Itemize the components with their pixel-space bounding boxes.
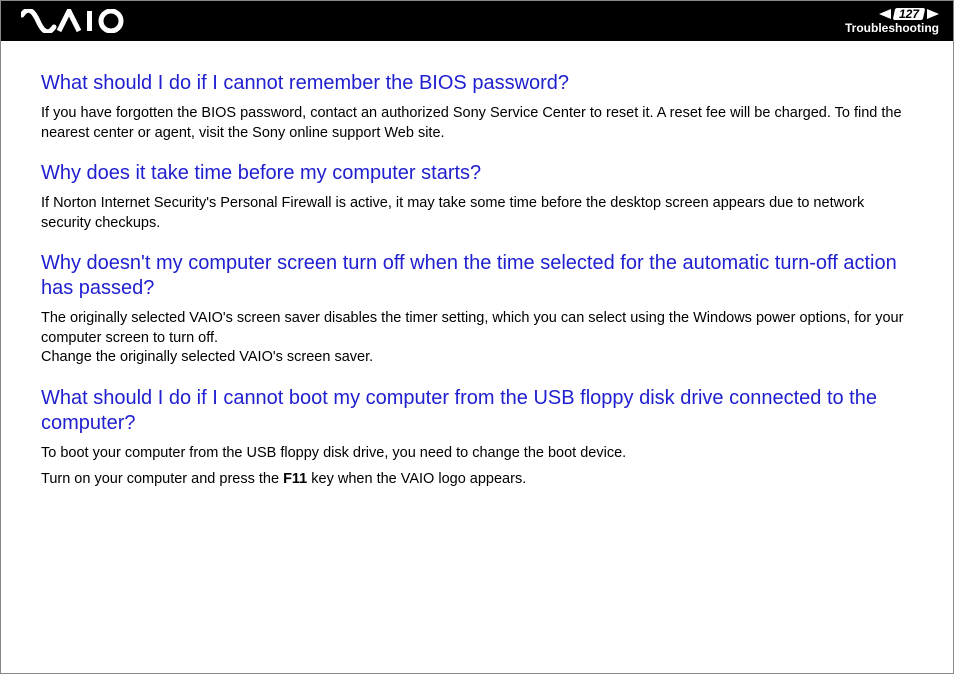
document-page: 127 Troubleshooting What should I do if … (0, 0, 954, 674)
faq-heading: What should I do if I cannot remember th… (41, 71, 918, 96)
section-label: Troubleshooting (845, 22, 939, 34)
faq-paragraph: Turn on your computer and press the F11 … (41, 470, 918, 490)
faq-paragraph: The originally selected VAIO's screen sa… (41, 309, 918, 368)
faq-heading: Why doesn't my computer screen turn off … (41, 251, 918, 301)
page-number: 127 (893, 8, 926, 20)
faq-heading: What should I do if I cannot boot my com… (41, 386, 918, 436)
faq-heading: Why does it take time before my computer… (41, 161, 918, 186)
page-indicator: 127 (879, 8, 939, 20)
faq-paragraph: If you have forgotten the BIOS password,… (41, 104, 918, 143)
prev-page-arrow-icon[interactable] (879, 8, 891, 20)
vaio-logo-icon (21, 9, 131, 33)
header-right-block: 127 Troubleshooting (845, 8, 939, 34)
faq-paragraph: To boot your computer from the USB flopp… (41, 444, 918, 464)
faq-paragraph: If Norton Internet Security's Personal F… (41, 194, 918, 233)
page-header: 127 Troubleshooting (1, 1, 953, 41)
next-page-arrow-icon[interactable] (927, 8, 939, 20)
document-content: What should I do if I cannot remember th… (1, 41, 953, 489)
